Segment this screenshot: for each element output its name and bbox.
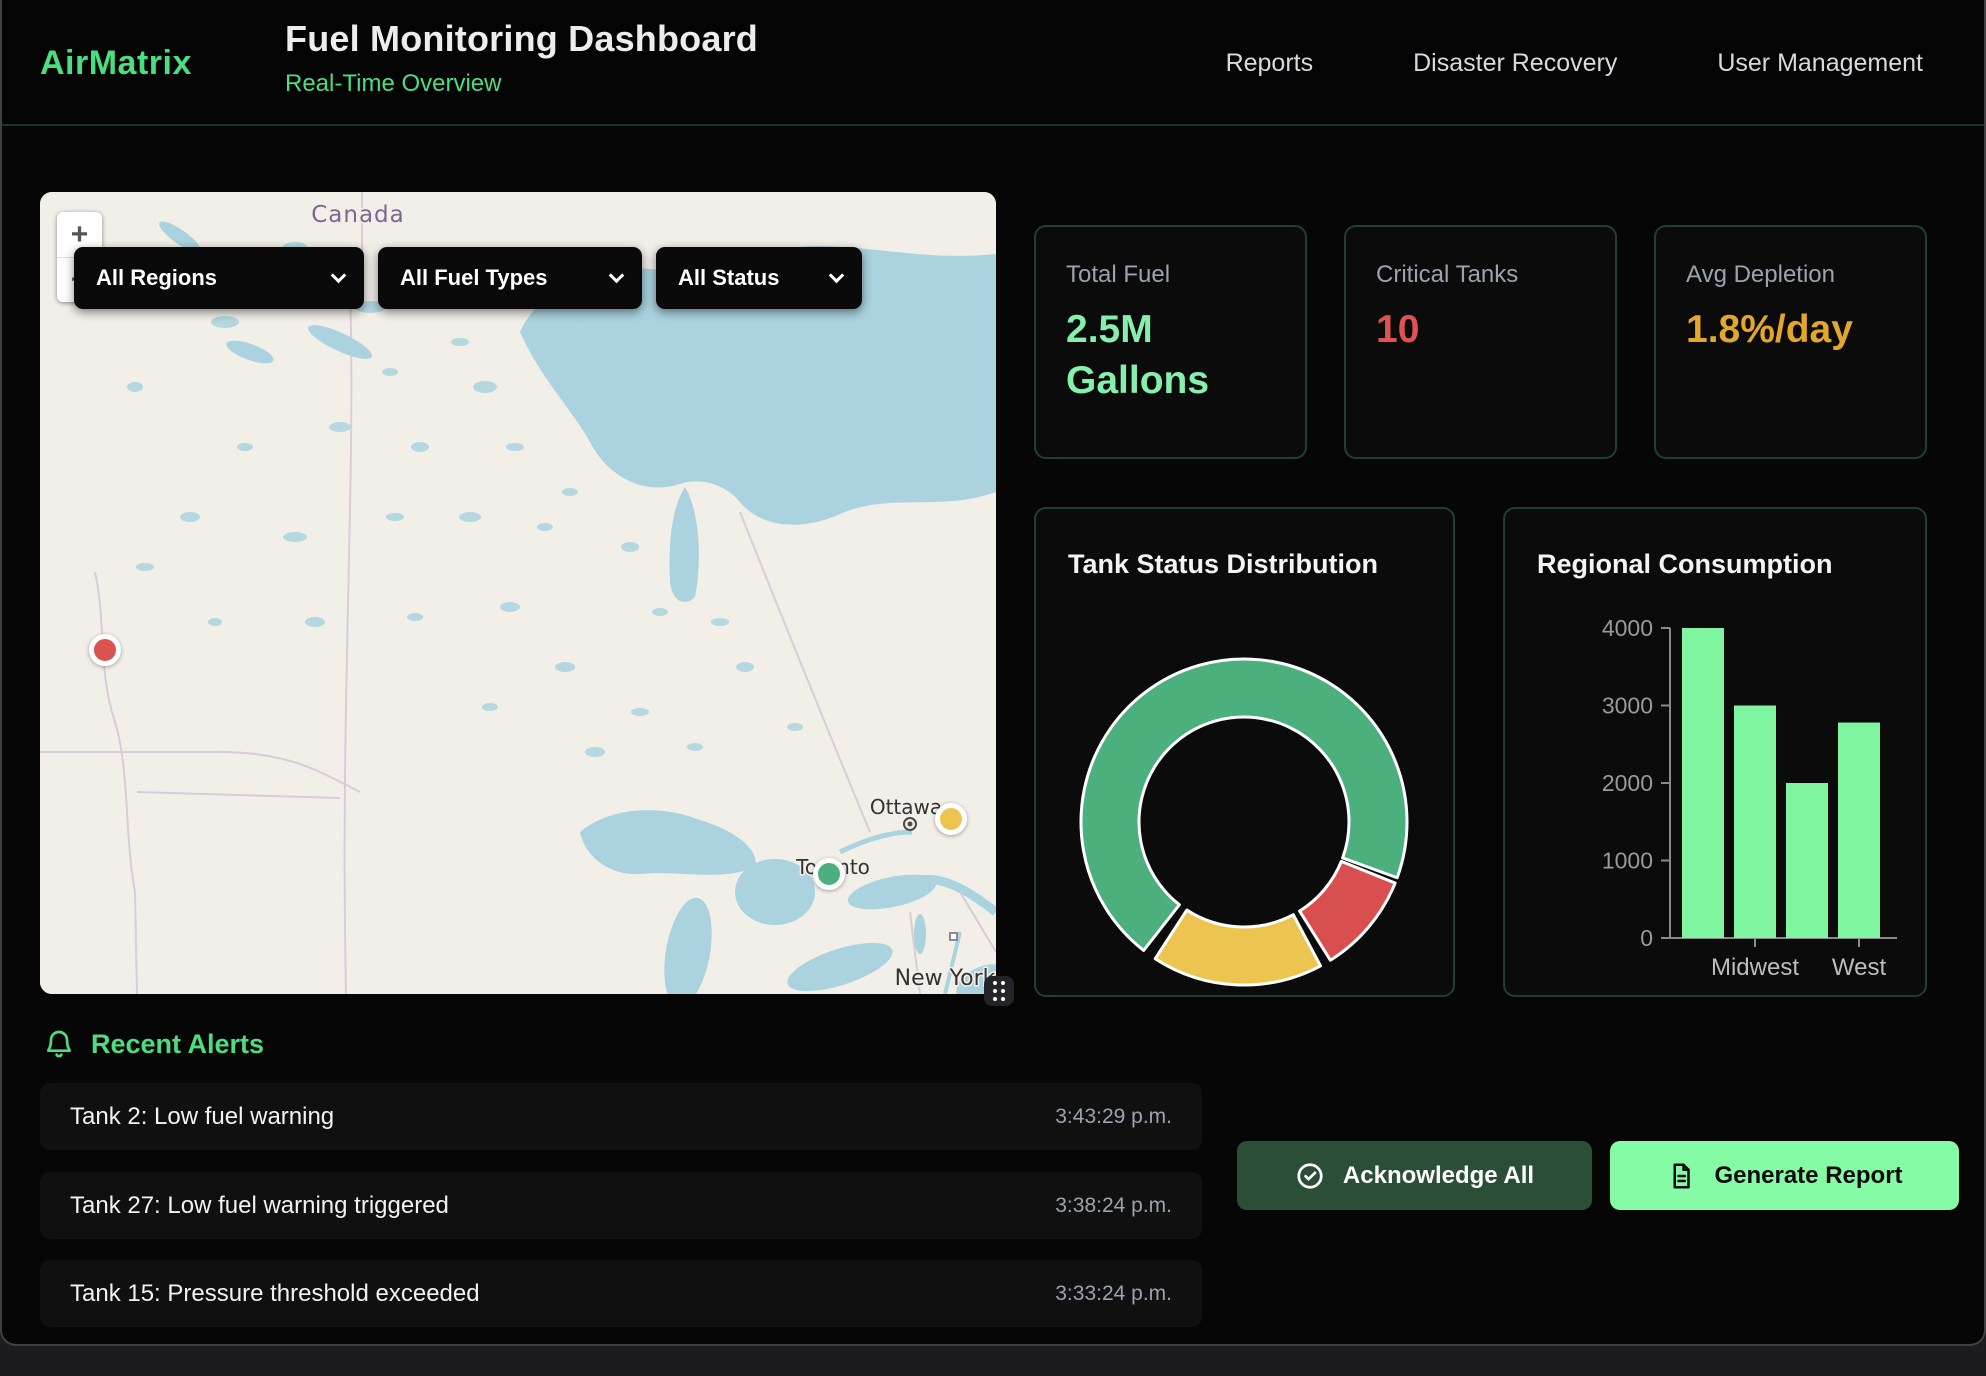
status-filter-label: All Status [678,265,779,291]
stat-card-critical-tanks: Critical Tanks 10 [1344,225,1617,459]
alerts-title: Recent Alerts [91,1029,264,1060]
acknowledge-all-label: Acknowledge All [1343,1162,1534,1190]
dashboard-root: AirMatrix Fuel Monitoring Dashboard Real… [0,0,1986,1346]
main-nav: Reports Disaster Recovery User Managemen… [1226,0,1923,126]
alert-text: Tank 2: Low fuel warning [70,1103,334,1131]
stat-value: 1.8%/day [1686,305,1895,356]
document-icon [1666,1161,1696,1191]
stat-label: Critical Tanks [1376,261,1585,289]
stats-row: Total Fuel 2.5M Gallons Critical Tanks 1… [1034,225,1927,459]
page-title: Fuel Monitoring Dashboard [285,18,758,60]
region-filter-dropdown[interactable]: All Regions [74,247,364,309]
alert-time: 3:33:24 p.m. [1055,1282,1172,1306]
tank-status-chart-card: Tank Status Distribution [1034,507,1455,997]
map-label-ottawa: Ottawa [870,795,942,819]
alert-time: 3:43:29 p.m. [1055,1105,1172,1129]
chevron-down-icon [331,267,347,283]
chevron-down-icon [609,267,625,283]
region-filter-label: All Regions [96,265,217,291]
donut-segment-warning [1155,910,1320,985]
generate-report-label: Generate Report [1714,1162,1902,1190]
map-label-new-york: New York [895,966,996,991]
bar-2 [1786,783,1828,938]
stat-card-avg-depletion: Avg Depletion 1.8%/day [1654,225,1927,459]
regional-consumption-chart-card: Regional Consumption 0 1000 2000 3000 4000 Mi… [1503,507,1927,997]
nav-item-user-management[interactable]: User Management [1717,49,1923,78]
alert-text: Tank 15: Pressure threshold exceeded [70,1280,480,1308]
bell-icon [43,1028,75,1060]
donut-segment-critical [1300,861,1395,960]
fuel-type-filter-dropdown[interactable]: All Fuel Types [378,247,642,309]
app-header: AirMatrix Fuel Monitoring Dashboard Real… [2,0,1984,126]
map-label-country: Canada [311,202,405,228]
nav-item-reports[interactable]: Reports [1226,49,1314,78]
stat-value: 2.5M Gallons [1066,305,1275,406]
alert-row[interactable]: Tank 27: Low fuel warning triggered 3:38… [40,1172,1202,1239]
resize-drag-handle[interactable] [984,976,1014,1006]
map-base: Canada Ottawa Toronto New York [40,192,996,994]
status-filter-dropdown[interactable]: All Status [656,247,862,309]
svg-text:Midwest: Midwest [1711,954,1799,981]
charts-row: Tank Status Distribution Regional Consum… [1034,507,1927,997]
svg-text:3000: 3000 [1602,693,1653,719]
tank-marker-critical[interactable] [89,634,121,666]
title-block: Fuel Monitoring Dashboard Real-Time Over… [285,18,758,98]
regional-consumption-bar-chart: 0 1000 2000 3000 4000 Midwest West [1505,509,1927,997]
tank-status-donut-chart [1036,509,1455,997]
map-filters: All Regions All Fuel Types All Status [74,247,862,309]
svg-text:4000: 4000 [1602,615,1653,641]
alert-text: Tank 27: Low fuel warning triggered [70,1192,449,1220]
alert-row[interactable]: Tank 2: Low fuel warning 3:43:29 p.m. [40,1083,1202,1150]
svg-text:West: West [1832,954,1887,981]
svg-text:2000: 2000 [1602,770,1653,796]
tank-marker-warning[interactable] [935,803,967,835]
generate-report-button[interactable]: Generate Report [1610,1141,1959,1210]
page-subtitle: Real-Time Overview [285,70,758,98]
fuel-type-filter-label: All Fuel Types [400,265,548,291]
chevron-down-icon [829,267,845,283]
check-circle-icon [1295,1161,1325,1191]
svg-text:1000: 1000 [1602,848,1653,874]
map-canvas[interactable]: Canada Ottawa Toronto New York + − All R… [40,192,996,994]
tank-marker-normal[interactable] [813,858,845,890]
bar-3 [1838,723,1880,938]
chart-title: Regional Consumption [1537,549,1832,580]
stat-value: 10 [1376,305,1585,356]
svg-text:0: 0 [1640,925,1653,951]
bar-1 [1734,706,1776,939]
bar-0 [1682,628,1724,938]
chart-title: Tank Status Distribution [1068,549,1378,580]
alerts-header: Recent Alerts [43,1028,264,1060]
alert-time: 3:38:24 p.m. [1055,1194,1172,1218]
nav-item-disaster-recovery[interactable]: Disaster Recovery [1413,49,1617,78]
stat-card-total-fuel: Total Fuel 2.5M Gallons [1034,225,1307,459]
acknowledge-all-button[interactable]: Acknowledge All [1237,1141,1592,1210]
map-wrap: Canada Ottawa Toronto New York + − All R… [40,192,996,994]
stat-label: Total Fuel [1066,261,1275,289]
alert-row[interactable]: Tank 15: Pressure threshold exceeded 3:3… [40,1260,1202,1327]
brand-logo: AirMatrix [40,0,192,126]
stat-label: Avg Depletion [1686,261,1895,289]
